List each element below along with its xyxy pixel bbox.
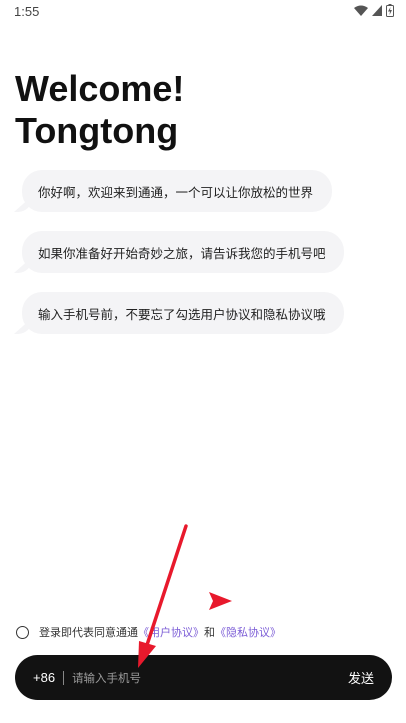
annotation-arrow-icon xyxy=(138,524,188,668)
battery-charging-icon xyxy=(386,4,394,17)
annotation-pointer-icon xyxy=(209,592,232,610)
welcome-line-2: Tongtong xyxy=(15,110,179,151)
message-text: 输入手机号前，不要忘了勾选用户协议和隐私协议哦 xyxy=(38,306,326,322)
agreement-connector: 和 xyxy=(204,626,215,639)
wifi-icon xyxy=(354,5,368,16)
phone-input[interactable] xyxy=(72,670,348,685)
agreement-checkbox[interactable] xyxy=(16,625,29,639)
message-bubble: 你好啊，欢迎来到通通，一个可以让你放松的世界 xyxy=(22,170,332,212)
message-bubble: 输入手机号前，不要忘了勾选用户协议和隐私协议哦 xyxy=(22,292,344,334)
phone-input-bar: +86 发送 xyxy=(15,655,392,700)
status-icons xyxy=(354,4,394,17)
agreement-prefix: 登录即代表同意通通 xyxy=(39,626,138,639)
message-text: 如果你准备好开始奇妙之旅，请告诉我您的手机号吧 xyxy=(38,245,326,261)
user-agreement-link[interactable]: 《用户协议》 xyxy=(138,624,204,640)
privacy-agreement-link[interactable]: 《隐私协议》 xyxy=(215,624,281,640)
country-code[interactable]: +86 xyxy=(33,670,55,685)
status-time: 1:55 xyxy=(14,4,40,19)
status-bar: 1:55 xyxy=(0,0,406,26)
signal-icon xyxy=(372,5,382,16)
agreement-row: 登录即代表同意通通 《用户协议》 和 《隐私协议》 xyxy=(16,624,281,640)
welcome-line-1: Welcome! xyxy=(15,68,185,109)
message-bubble: 如果你准备好开始奇妙之旅，请告诉我您的手机号吧 xyxy=(22,231,344,273)
message-text: 你好啊，欢迎来到通通，一个可以让你放松的世界 xyxy=(38,184,314,200)
send-button[interactable]: 发送 xyxy=(348,668,374,687)
welcome-title: Welcome! Tongtong xyxy=(15,68,184,152)
divider xyxy=(63,670,65,685)
